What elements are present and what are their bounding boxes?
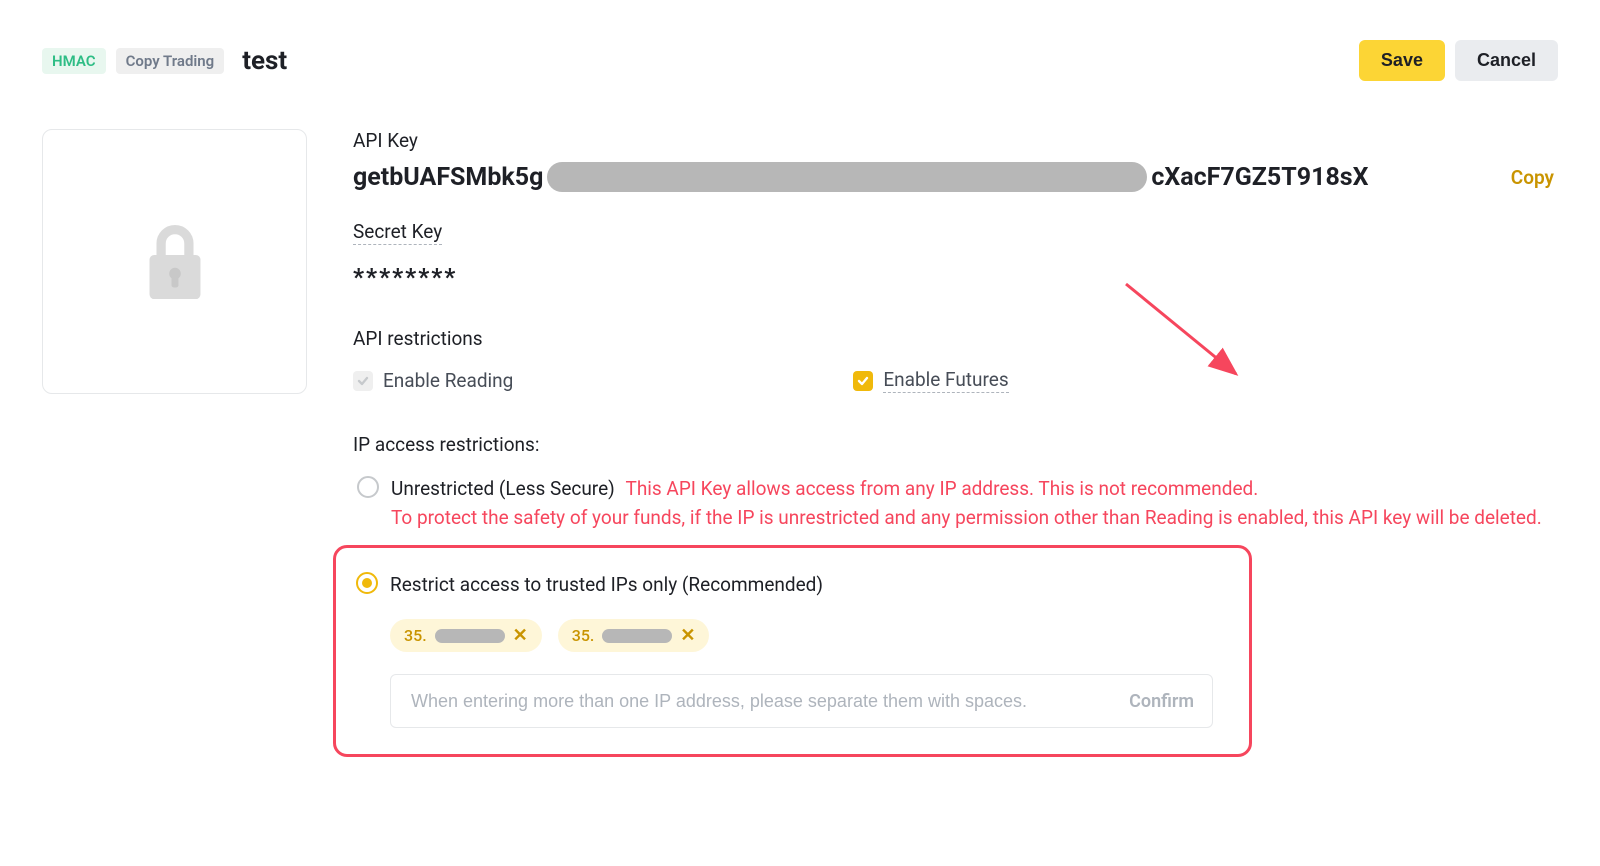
api-restrictions-title: API restrictions bbox=[353, 327, 1558, 350]
enable-reading-checkbox bbox=[353, 371, 373, 391]
ip-restricted-radio[interactable] bbox=[356, 572, 378, 594]
confirm-ip-button[interactable]: Confirm bbox=[1129, 691, 1194, 712]
ip-chip: 35. ✕ bbox=[558, 619, 710, 652]
enable-futures-checkbox[interactable] bbox=[853, 371, 873, 391]
ip-chip-prefix: 35. bbox=[572, 626, 595, 645]
api-name-title: test bbox=[242, 46, 287, 76]
ip-chip-prefix: 35. bbox=[404, 626, 427, 645]
header-actions: Save Cancel bbox=[1359, 40, 1558, 81]
trusted-ip-chips: 35. ✕ 35. ✕ bbox=[390, 619, 1229, 652]
secret-key-value: ******** bbox=[353, 263, 1558, 291]
api-key-value: getbUAFSMbk5g cXacF7GZ5T918sX bbox=[353, 162, 1369, 192]
badge-hmac: HMAC bbox=[42, 48, 106, 74]
api-key-row: getbUAFSMbk5g cXacF7GZ5T918sX Copy bbox=[353, 162, 1558, 192]
api-key-prefix: getbUAFSMbk5g bbox=[353, 163, 543, 192]
ip-restricted-label: Restrict access to trusted IPs only (Rec… bbox=[390, 570, 823, 599]
ip-unrestricted-warning-block: To protect the safety of your funds, if … bbox=[391, 503, 1542, 532]
header-row: HMAC Copy Trading test Save Cancel bbox=[42, 40, 1558, 81]
ip-unrestricted-text: Unrestricted (Less Secure) This API Key … bbox=[391, 474, 1542, 533]
ip-address-input[interactable] bbox=[409, 690, 1129, 713]
ip-restrictions-title: IP access restrictions: bbox=[353, 433, 1558, 456]
api-key-suffix: cXacF7GZ5T918sX bbox=[1151, 163, 1368, 192]
badge-copy-trading: Copy Trading bbox=[116, 48, 225, 74]
enable-futures-option[interactable]: Enable Futures bbox=[853, 368, 1008, 393]
ip-restricted-highlight-box: Restrict access to trusted IPs only (Rec… bbox=[333, 545, 1252, 757]
cancel-button[interactable]: Cancel bbox=[1455, 40, 1558, 81]
main-column: API Key getbUAFSMbk5g cXacF7GZ5T918sX Co… bbox=[353, 129, 1558, 757]
ip-unrestricted-warning-inline: This API Key allows access from any IP a… bbox=[625, 477, 1258, 500]
ip-restricted-option[interactable]: Restrict access to trusted IPs only (Rec… bbox=[356, 570, 1229, 599]
ip-chip-redacted bbox=[435, 629, 505, 643]
qr-placeholder-box bbox=[42, 129, 307, 394]
enable-reading-option: Enable Reading bbox=[353, 369, 513, 392]
ip-chip-redacted bbox=[602, 629, 672, 643]
ip-unrestricted-radio[interactable] bbox=[357, 476, 379, 498]
save-button[interactable]: Save bbox=[1359, 40, 1445, 81]
header-left: HMAC Copy Trading test bbox=[42, 46, 287, 76]
body-row: API Key getbUAFSMbk5g cXacF7GZ5T918sX Co… bbox=[42, 129, 1558, 757]
api-restrictions-row: Enable Reading Enable Futures bbox=[353, 368, 1558, 393]
enable-reading-label: Enable Reading bbox=[383, 369, 513, 392]
copy-api-key-link[interactable]: Copy bbox=[1511, 166, 1558, 189]
api-key-redacted bbox=[547, 162, 1147, 192]
ip-unrestricted-option[interactable]: Unrestricted (Less Secure) This API Key … bbox=[353, 474, 1558, 533]
check-icon bbox=[857, 375, 869, 387]
lock-icon bbox=[140, 218, 210, 306]
enable-futures-label: Enable Futures bbox=[883, 368, 1008, 393]
ip-unrestricted-label: Unrestricted (Less Secure) bbox=[391, 477, 615, 500]
ip-input-row: Confirm bbox=[390, 674, 1213, 728]
ip-chip: 35. ✕ bbox=[390, 619, 542, 652]
ip-chip-remove-icon[interactable]: ✕ bbox=[513, 625, 528, 646]
ip-chip-remove-icon[interactable]: ✕ bbox=[680, 625, 695, 646]
api-key-label: API Key bbox=[353, 129, 1558, 152]
secret-key-label: Secret Key bbox=[353, 220, 442, 245]
check-icon bbox=[357, 375, 369, 387]
